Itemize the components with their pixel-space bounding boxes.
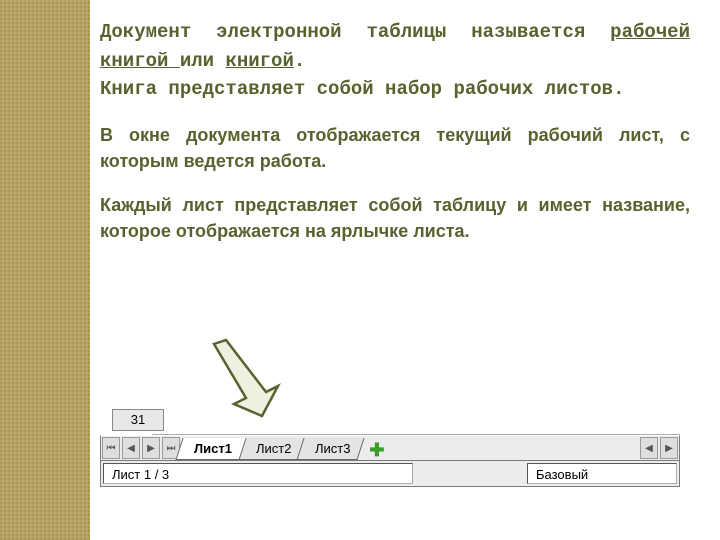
nav-last-icon: ⏭ <box>167 443 176 454</box>
scroll-left-button[interactable]: ◀ <box>640 437 658 459</box>
plus-icon: ✚ <box>369 440 384 461</box>
paragraph-1: Документ электронной таблицы называется … <box>100 18 690 104</box>
scroll-right-button[interactable]: ▶ <box>660 437 678 459</box>
decorative-texture <box>0 0 90 540</box>
text: или <box>180 50 226 72</box>
chevron-right-icon: ▶ <box>665 443 673 454</box>
sheet-tab-3[interactable]: Лист3 <box>297 438 366 460</box>
row-number-cell[interactable]: 31 <box>112 409 164 431</box>
sheet-tab-label: Лист2 <box>256 438 291 460</box>
next-sheet-button[interactable]: ▶ <box>142 437 160 459</box>
row-header-strip: 31 <box>100 405 680 435</box>
sheet-tab-label: Лист3 <box>315 438 350 460</box>
spacer <box>152 405 680 435</box>
spreadsheet-tabs-mock: 31 ⏮ ◀ ▶ ⏭ Лист1 Лист2 Лист3 ✚ ◀ ▶ Лист … <box>100 405 680 487</box>
sheet-tab-1[interactable]: Лист1 <box>175 438 246 460</box>
spacer <box>415 461 525 486</box>
sheet-tab-label: Лист1 <box>194 438 232 460</box>
text: . <box>294 50 305 72</box>
prev-sheet-button[interactable]: ◀ <box>122 437 140 459</box>
add-sheet-button[interactable]: ✚ <box>366 440 388 460</box>
text: Книга представляет собой набор рабочих л… <box>100 78 625 100</box>
sheet-count-indicator: Лист 1 / 3 <box>103 463 413 484</box>
status-bar: Лист 1 / 3 Базовый <box>100 461 680 487</box>
paragraph-2: В окне документа отображается текущий ра… <box>100 122 690 174</box>
nav-next-icon: ▶ <box>147 443 155 454</box>
style-indicator: Базовый <box>527 463 677 484</box>
nav-prev-icon: ◀ <box>127 443 135 454</box>
underline-term-2: книгой <box>225 50 293 72</box>
text: Документ электронной таблицы называется <box>100 21 610 43</box>
sheet-tab-2[interactable]: Лист2 <box>237 438 306 460</box>
slide-content: Документ электронной таблицы называется … <box>100 18 690 244</box>
first-sheet-button[interactable]: ⏮ <box>102 437 120 459</box>
sheet-tab-bar: ⏮ ◀ ▶ ⏭ Лист1 Лист2 Лист3 ✚ ◀ ▶ <box>100 435 680 461</box>
paragraph-3: Каждый лист представляет собой таблицу и… <box>100 192 690 244</box>
nav-first-icon: ⏮ <box>107 443 116 454</box>
chevron-left-icon: ◀ <box>645 443 653 454</box>
